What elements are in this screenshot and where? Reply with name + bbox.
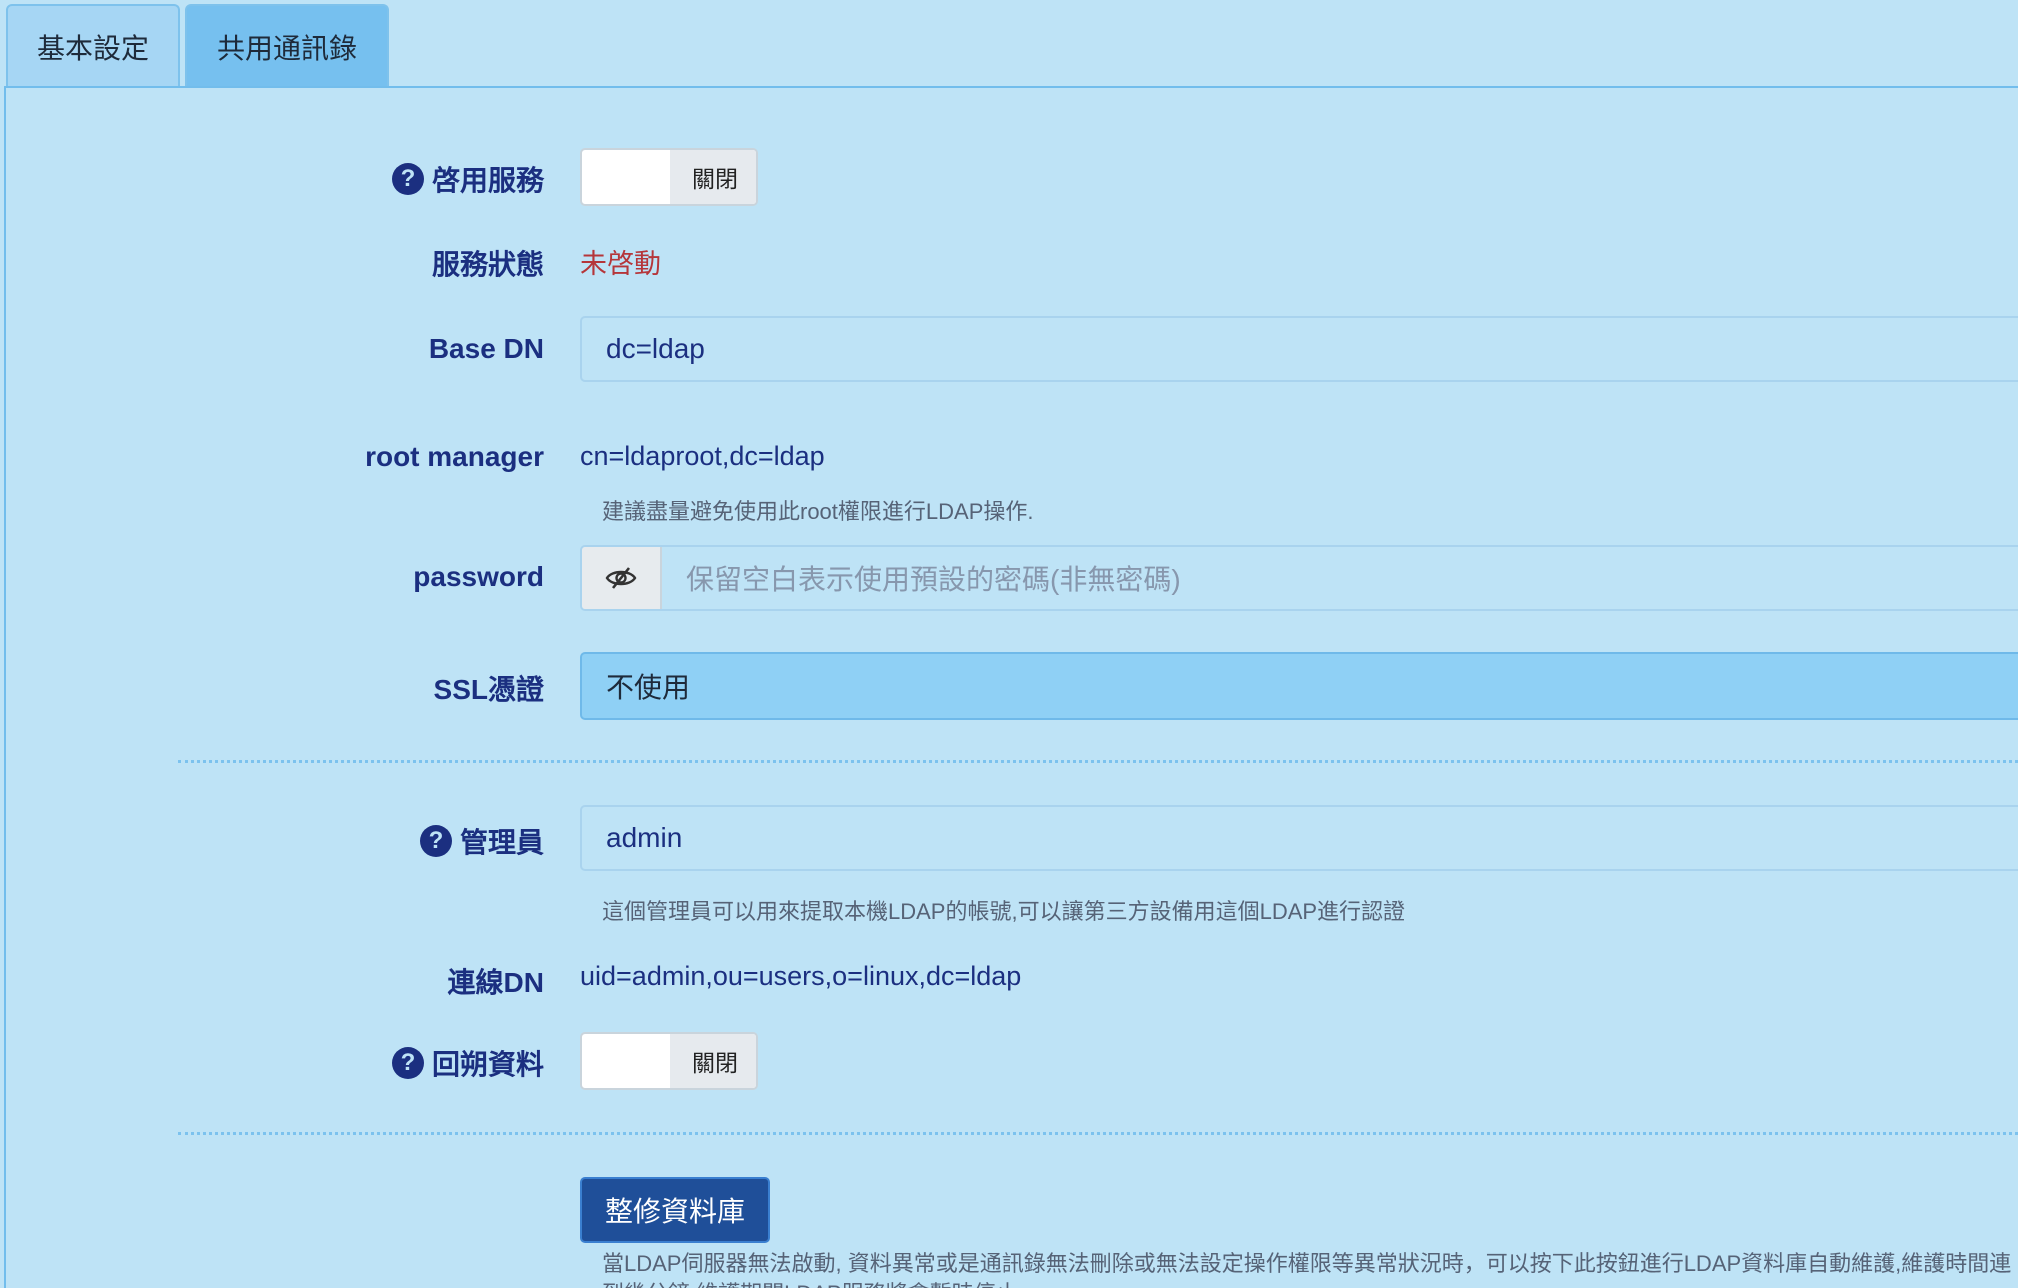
toggle-off-label: 關閉 bbox=[670, 1034, 756, 1088]
connection-dn-label-text: 連線DN bbox=[447, 967, 544, 998]
rollback-label-text: 回朔資料 bbox=[431, 1049, 544, 1080]
admin-label-text: 管理員 bbox=[459, 827, 544, 858]
root-manager-hint: 建議盡量避免使用此root權限進行LDAP操作. bbox=[602, 499, 1034, 524]
ssl-cert-label: SSL憑證 bbox=[434, 668, 544, 708]
service-status-label: 服務狀態 bbox=[432, 243, 544, 283]
repair-hint-line2: 到幾分鐘,維護期間LDAP服務將會暫時停止. bbox=[602, 1276, 1024, 1288]
ssl-cert-label-text: SSL憑證 bbox=[433, 674, 544, 705]
eye-slash-icon[interactable] bbox=[582, 547, 662, 609]
connection-dn-value: uid=admin,ou=users,o=linux,dc=ldap bbox=[580, 961, 1022, 991]
section-divider bbox=[178, 1132, 2018, 1135]
ldap-settings-page: 基本設定 共用通訊錄 ? 啓用服務 關閉 服務狀態 未啓動 Base DN dc… bbox=[0, 0, 2018, 1288]
section-divider bbox=[178, 760, 2018, 763]
enable-service-label-text: 啓用服務 bbox=[431, 165, 544, 196]
admin-label: ? 管理員 bbox=[419, 821, 544, 861]
toggle-off-label: 關閉 bbox=[670, 150, 756, 204]
password-label: password bbox=[413, 561, 544, 593]
root-manager-label: root manager bbox=[365, 441, 544, 473]
rollback-label: ? 回朔資料 bbox=[391, 1043, 544, 1083]
enable-service-label: ? 啓用服務 bbox=[391, 159, 544, 199]
tab-divider bbox=[6, 86, 2018, 88]
enable-service-toggle[interactable]: 關閉 bbox=[580, 148, 758, 206]
repair-database-button[interactable]: 整修資料庫 bbox=[580, 1177, 770, 1243]
base-dn-label-text: Base DN bbox=[428, 333, 544, 364]
admin-hint: 這個管理員可以用來提取本機LDAP的帳號,可以讓第三方設備用這個LDAP進行認證 bbox=[602, 899, 1406, 924]
service-status-value: 未啓動 bbox=[580, 249, 661, 279]
base-dn-input[interactable]: dc=ldap bbox=[580, 316, 2018, 382]
question-circle-icon[interactable]: ? bbox=[391, 163, 424, 195]
tab-basic-settings[interactable]: 基本設定 bbox=[6, 4, 180, 88]
password-group: 保留空白表示使用預設的密碼(非無密碼) bbox=[580, 545, 2018, 611]
password-input[interactable]: 保留空白表示使用預設的密碼(非無密碼) bbox=[662, 547, 2018, 609]
rollback-toggle[interactable]: 關閉 bbox=[580, 1032, 758, 1090]
repair-hint-line1: 當LDAP伺服器無法啟動, 資料異常或是通訊錄無法刪除或無法設定操作權限等異常狀… bbox=[602, 1251, 2012, 1276]
panel-border bbox=[4, 86, 6, 1288]
base-dn-label: Base DN bbox=[429, 333, 544, 365]
tab-shared-addressbook[interactable]: 共用通訊錄 bbox=[185, 4, 389, 88]
admin-input[interactable]: admin bbox=[580, 805, 2018, 871]
root-manager-value: cn=ldaproot,dc=ldap bbox=[580, 441, 825, 471]
tab-bar: 基本設定 共用通訊錄 bbox=[6, 4, 389, 88]
connection-dn-label: 連線DN bbox=[448, 961, 544, 1001]
password-label-text: password bbox=[413, 561, 544, 592]
question-circle-icon[interactable]: ? bbox=[419, 825, 452, 857]
root-manager-label-text: root manager bbox=[365, 441, 544, 472]
service-status-label-text: 服務狀態 bbox=[431, 249, 544, 280]
ssl-cert-select[interactable]: 不使用 bbox=[580, 652, 2018, 720]
question-circle-icon[interactable]: ? bbox=[391, 1047, 424, 1079]
